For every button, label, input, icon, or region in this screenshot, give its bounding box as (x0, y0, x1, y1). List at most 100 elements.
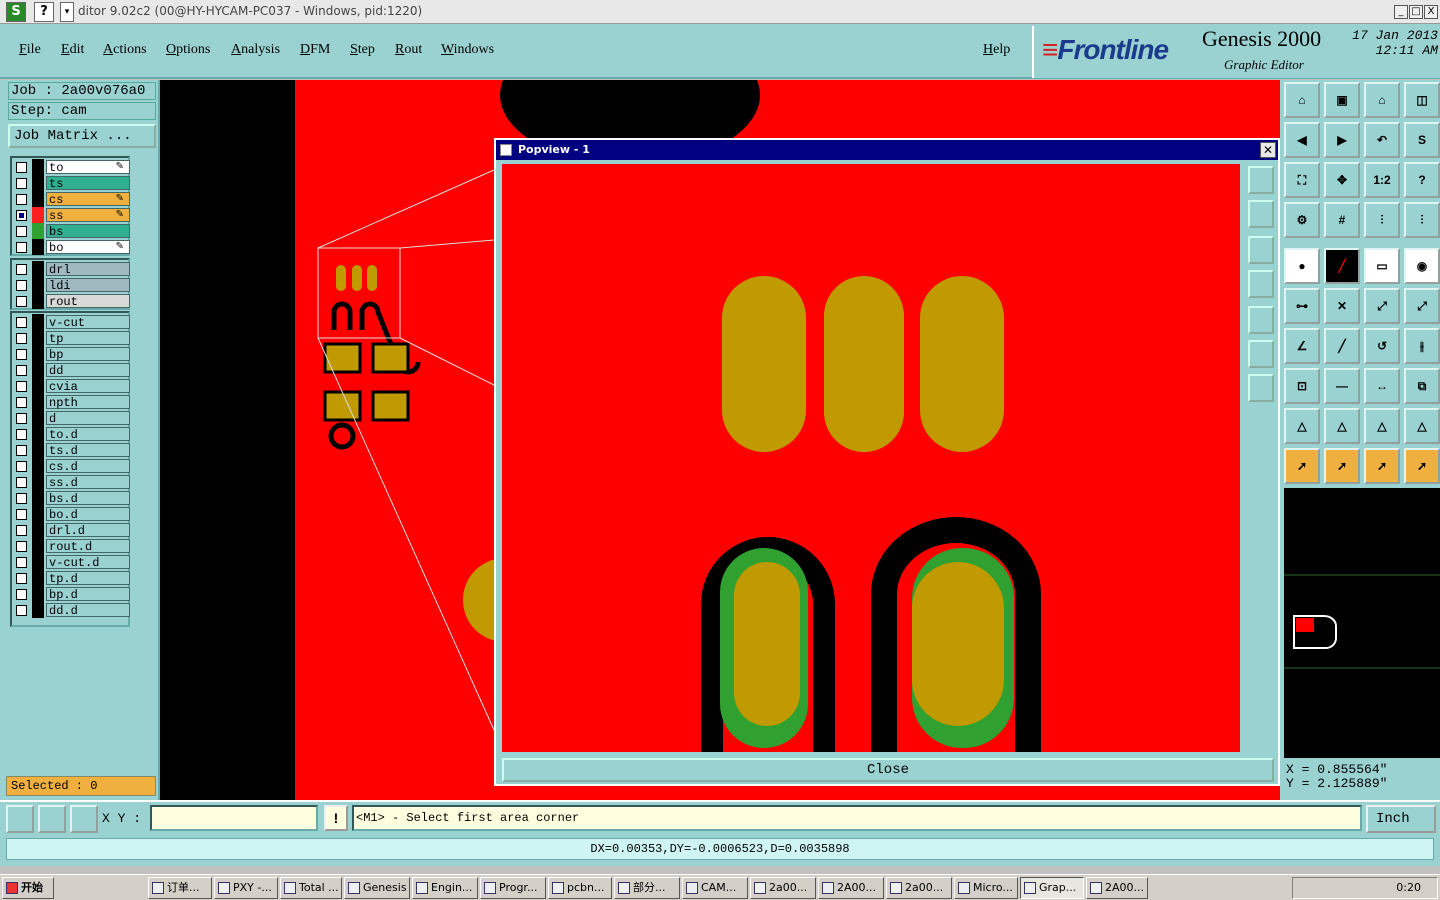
net-highlight-icon[interactable]: ⫶ (1404, 202, 1440, 238)
circle-select-icon[interactable]: ◉ (1404, 248, 1440, 284)
layer-name[interactable]: v-cut (46, 315, 130, 330)
layer-name[interactable]: ldi (46, 278, 130, 293)
line-add-icon[interactable]: ╱ (1324, 248, 1360, 284)
grid-mode-icon[interactable] (70, 805, 98, 833)
layer-row[interactable]: ts.d (12, 442, 130, 458)
layer-color-swatch[interactable] (32, 239, 44, 255)
layer-checkbox[interactable] (16, 194, 27, 205)
layer-name[interactable]: npth (46, 395, 130, 410)
taskbar-item[interactable]: Total ... (280, 877, 342, 899)
layer-row[interactable]: tp (12, 330, 130, 346)
close-window-button[interactable]: X (1424, 5, 1438, 19)
layer-name[interactable]: bp (46, 347, 130, 362)
popview-zoom-button[interactable] (1248, 166, 1274, 194)
menu-windows[interactable]: Windows (441, 42, 494, 58)
popview-pan-left-button[interactable] (1248, 270, 1274, 298)
fit-profile-icon[interactable]: ✥ (1324, 162, 1360, 198)
layer-row[interactable]: tp.d (12, 570, 130, 586)
taskbar-item[interactable]: 2A00... (818, 877, 884, 899)
layer-name[interactable]: d (46, 411, 130, 426)
gap-icon[interactable]: ⫲ (1404, 328, 1440, 364)
layer-color-swatch[interactable] (32, 490, 44, 506)
triangle-base-icon[interactable]: △ (1404, 408, 1440, 444)
layer-name[interactable]: rout (46, 294, 130, 309)
layer-checkbox[interactable] (16, 573, 27, 584)
settings-icon[interactable]: ⚙ (1284, 202, 1320, 238)
layer-row[interactable]: ts (12, 175, 130, 191)
select-polygon-icon[interactable]: ➚ (1364, 448, 1400, 484)
layer-row[interactable]: dd.d (12, 602, 130, 618)
layer-row[interactable]: npth (12, 394, 130, 410)
layer-color-swatch[interactable] (32, 223, 44, 239)
layer-color-swatch[interactable] (32, 207, 44, 223)
layer-checkbox[interactable] (16, 178, 27, 189)
split-view-icon[interactable]: ◫ (1404, 82, 1440, 118)
layer-color-swatch[interactable] (32, 261, 44, 277)
layer-name[interactable]: dd.d (46, 603, 130, 618)
layer-row[interactable]: ss ✎ (12, 207, 130, 223)
layer-checkbox[interactable] (16, 525, 27, 536)
layer-row[interactable]: ldi (12, 277, 130, 293)
layer-checkbox[interactable] (16, 557, 27, 568)
layer-name[interactable]: drl (46, 262, 130, 277)
menu-dfm[interactable]: DFM (300, 42, 330, 58)
layer-checkbox[interactable] (16, 461, 27, 472)
dropdown-icon[interactable]: ▾ (60, 2, 74, 22)
connect-icon[interactable]: ⊶ (1284, 288, 1320, 324)
layer-name[interactable]: bs (46, 224, 130, 239)
layer-color-swatch[interactable] (32, 506, 44, 522)
layer-row[interactable]: bo ✎ (12, 239, 130, 255)
menu-help[interactable]: Help (983, 42, 1010, 58)
layer-row[interactable]: d (12, 410, 130, 426)
taskbar-item[interactable]: pcbn... (548, 877, 612, 899)
measure-icon[interactable]: ▭ (1364, 248, 1400, 284)
redraw-icon[interactable]: S (1404, 122, 1440, 158)
layer-checkbox[interactable] (16, 605, 27, 616)
layer-color-swatch[interactable] (32, 330, 44, 346)
menu-actions[interactable]: Actions (103, 42, 147, 58)
layer-name[interactable]: v-cut.d (46, 555, 130, 570)
layer-row[interactable]: v-cut (12, 314, 130, 330)
house-icon[interactable]: ⌂ (1364, 82, 1400, 118)
layer-checkbox[interactable] (16, 349, 27, 360)
layer-color-swatch[interactable] (32, 522, 44, 538)
unit-selector[interactable]: Inch (1366, 805, 1436, 833)
taskbar-item[interactable]: Micro... (954, 877, 1018, 899)
layer-name[interactable]: tp.d (46, 571, 130, 586)
layer-checkbox[interactable] (16, 397, 27, 408)
triangle-blue-icon[interactable]: △ (1364, 408, 1400, 444)
snap-mode-icon[interactable] (6, 805, 34, 833)
popview-pan-up-button[interactable] (1248, 200, 1274, 228)
layer-color-swatch[interactable] (32, 314, 44, 330)
layer-row[interactable]: ss.d (12, 474, 130, 490)
popview-pan-right-button[interactable] (1248, 306, 1274, 334)
layer-color-swatch[interactable] (32, 554, 44, 570)
minimize-button[interactable]: _ (1394, 5, 1408, 19)
layer-name[interactable]: tp (46, 331, 130, 346)
layer-row[interactable]: v-cut.d (12, 554, 130, 570)
layer-color-swatch[interactable] (32, 538, 44, 554)
popview-fit-button[interactable] (1248, 340, 1274, 368)
popview-close-icon[interactable]: ✕ (1260, 142, 1276, 158)
menu-edit[interactable]: Edit (61, 42, 84, 58)
query-icon[interactable]: ? (1404, 162, 1440, 198)
menu-analysis[interactable]: Analysis (231, 42, 280, 58)
grid-icon[interactable]: # (1324, 202, 1360, 238)
cross-icon[interactable]: ✕ (1324, 288, 1360, 324)
layer-color-swatch[interactable] (32, 586, 44, 602)
taskbar-item[interactable]: CAM... (682, 877, 748, 899)
angle-icon[interactable]: ∠ (1284, 328, 1320, 364)
layer-checkbox[interactable] (16, 365, 27, 376)
layer-row[interactable]: rout.d (12, 538, 130, 554)
job-matrix-button[interactable]: Job Matrix ... (8, 124, 156, 148)
start-button[interactable]: 开始 (2, 877, 54, 899)
layer-color-swatch[interactable] (32, 602, 44, 618)
xy-input[interactable] (150, 805, 318, 831)
taskbar-item[interactable]: 部分... (614, 877, 680, 899)
popview-pan-down-button[interactable] (1248, 236, 1274, 264)
layer-checkbox[interactable] (16, 226, 27, 237)
layer-row[interactable]: dd (12, 362, 130, 378)
popview-center-button[interactable] (1248, 374, 1274, 402)
horizontal-line-icon[interactable]: — (1324, 368, 1360, 404)
menu-step[interactable]: Step (350, 42, 375, 58)
